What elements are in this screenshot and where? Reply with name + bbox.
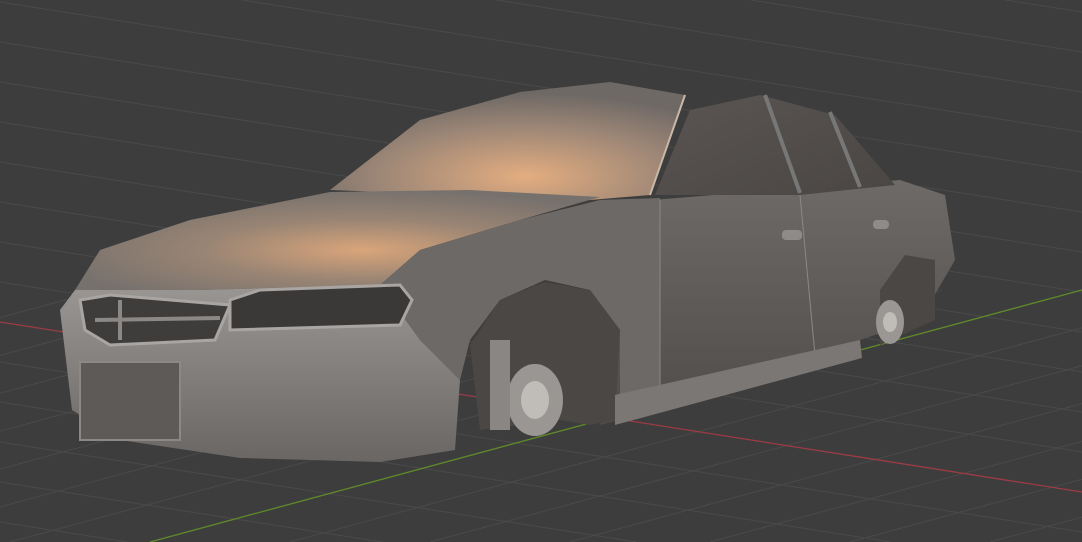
rear-brake-disc — [876, 300, 904, 344]
grid-line — [0, 521, 128, 542]
grid-line — [750, 0, 1082, 53]
grid-line — [1005, 0, 1082, 13]
car-roof-windshield — [330, 82, 685, 200]
rear-door-handle — [873, 220, 889, 229]
grid-line — [569, 403, 1082, 542]
3d-viewport[interactable] — [0, 0, 1082, 542]
lower-intake — [79, 361, 181, 441]
headlight — [228, 283, 414, 332]
front-door-handle — [782, 230, 802, 240]
grid-line — [496, 0, 1082, 93]
viewport-canvas[interactable] — [0, 0, 1082, 542]
grid-line — [0, 481, 382, 542]
grid-line — [709, 440, 1082, 542]
car-model[interactable] — [60, 82, 955, 462]
grid-line — [849, 478, 1082, 542]
